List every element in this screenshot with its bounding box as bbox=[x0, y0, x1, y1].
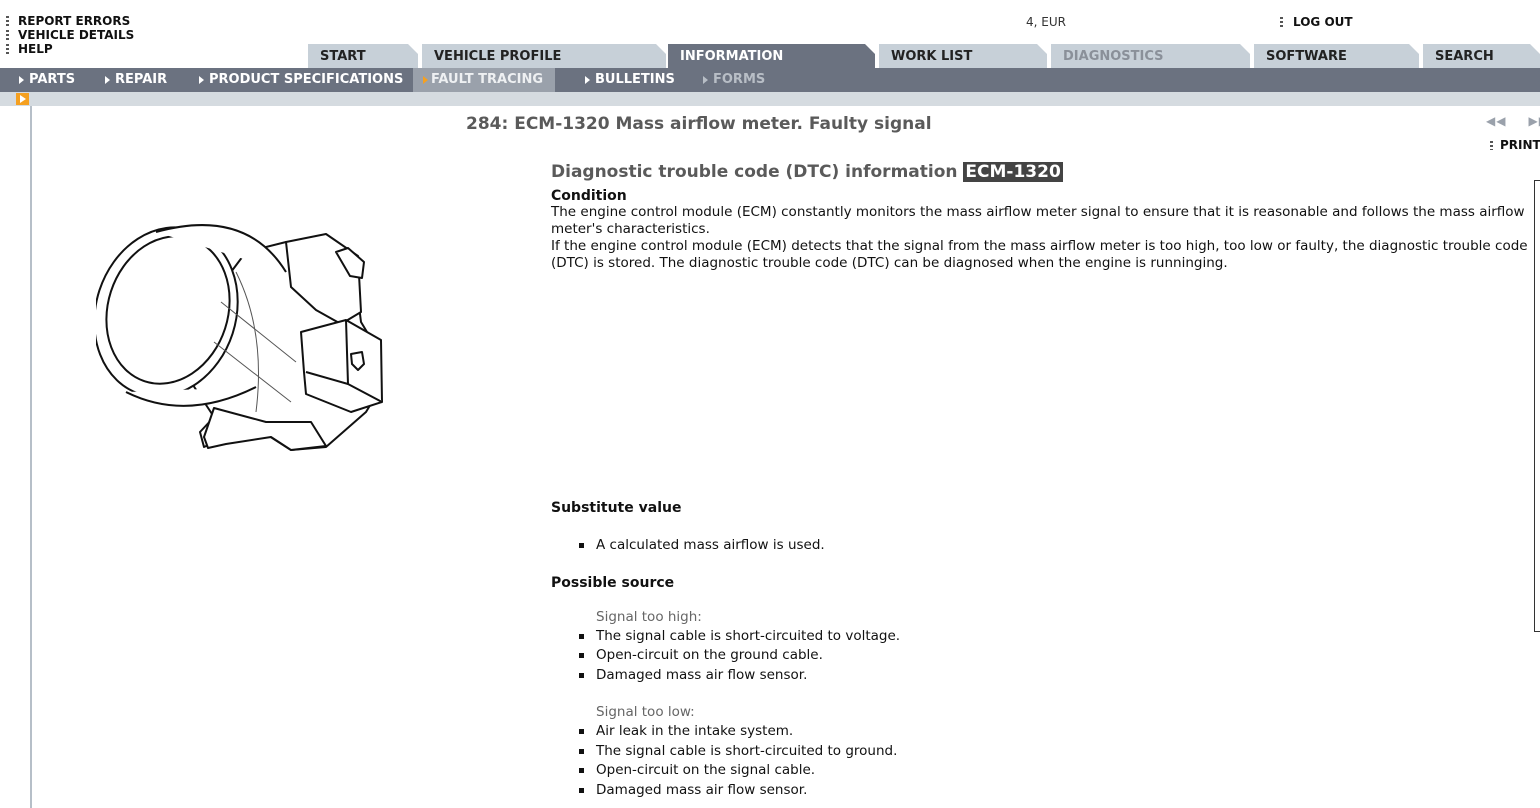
print-link[interactable]: PRINT bbox=[1490, 138, 1540, 152]
substitute-value-label: Substitute value bbox=[551, 500, 682, 516]
market-indicator: 4, EUR bbox=[1026, 15, 1066, 29]
tab-search[interactable]: SEARCH bbox=[1423, 44, 1540, 68]
list-item: Damaged mass air flow sensor. bbox=[551, 781, 1531, 801]
tab-software[interactable]: SOFTWARE bbox=[1254, 44, 1419, 68]
signal-too-low-label: Signal too low: bbox=[596, 704, 695, 720]
grip-icon bbox=[1280, 17, 1283, 27]
substitute-list: A calculated mass airflow is used. bbox=[551, 536, 1531, 556]
subnav-product-specifications[interactable]: PRODUCT SPECIFICATIONS bbox=[199, 68, 403, 92]
grip-icon bbox=[6, 16, 9, 26]
subnav-parts[interactable]: PARTS bbox=[19, 68, 75, 92]
condition-label: Condition bbox=[551, 188, 627, 204]
document-title: 284: ECM-1320 Mass airflow meter. Faulty… bbox=[466, 114, 932, 134]
tab-diagnostics[interactable]: DIAGNOSTICS bbox=[1051, 44, 1250, 68]
list-item: The signal cable is short-circuited to g… bbox=[551, 742, 1531, 762]
tab-work-list[interactable]: WORK LIST bbox=[879, 44, 1047, 68]
subnav-forms[interactable]: FORMS bbox=[703, 68, 765, 92]
panel-divider bbox=[30, 106, 32, 808]
tab-vehicle-profile[interactable]: VEHICLE PROFILE bbox=[422, 44, 666, 68]
sub-navigation: PARTS REPAIR PRODUCT SPECIFICATIONS FAUL… bbox=[0, 68, 1540, 92]
list-item: Air leak in the intake system. bbox=[551, 722, 1531, 742]
condition-paragraph-1: The engine control module (ECM) constant… bbox=[551, 204, 1525, 237]
subnav-bulletins[interactable]: BULLETINS bbox=[585, 68, 675, 92]
grip-icon bbox=[1490, 141, 1493, 150]
expand-panel-icon[interactable] bbox=[16, 93, 29, 105]
list-item: Open-circuit on the signal cable. bbox=[551, 761, 1531, 781]
subnav-fault-tracing[interactable]: FAULT TRACING bbox=[413, 68, 555, 92]
signal-too-high-label: Signal too high: bbox=[596, 608, 702, 625]
list-item: A calculated mass airflow is used. bbox=[551, 536, 1531, 556]
pager: ◀◀ ▶▶ bbox=[1486, 114, 1540, 128]
signal-too-low-list: Air leak in the intake system. The signa… bbox=[551, 722, 1531, 800]
main-tabs: START VEHICLE PROFILE INFORMATION WORK L… bbox=[0, 44, 1540, 68]
grip-icon bbox=[6, 30, 9, 40]
right-panel-edge bbox=[1534, 180, 1540, 632]
signal-too-high-list: The signal cable is short-circuited to v… bbox=[551, 627, 1531, 686]
list-item: Open-circuit on the ground cable. bbox=[551, 646, 1531, 666]
toolbar-strip bbox=[0, 92, 1540, 106]
possible-source-label: Possible source bbox=[551, 574, 675, 591]
next-page-icon[interactable]: ▶▶ bbox=[1528, 114, 1540, 128]
document-content: Diagnostic trouble code (DTC) informatio… bbox=[551, 160, 1531, 800]
previous-page-icon[interactable]: ◀◀ bbox=[1486, 114, 1506, 128]
logout-link[interactable]: LOG OUT bbox=[1280, 15, 1353, 29]
subnav-repair[interactable]: REPAIR bbox=[105, 68, 167, 92]
tab-start[interactable]: START bbox=[308, 44, 418, 68]
condition-paragraph-2: If the engine control module (ECM) detec… bbox=[551, 238, 1528, 271]
dtc-heading: Diagnostic trouble code (DTC) informatio… bbox=[551, 162, 1063, 182]
list-item: The signal cable is short-circuited to v… bbox=[551, 627, 1531, 647]
vehicle-details-link[interactable]: VEHICLE DETAILS bbox=[6, 28, 206, 42]
tab-information[interactable]: INFORMATION bbox=[668, 44, 875, 68]
list-item: Damaged mass air flow sensor. bbox=[551, 666, 1531, 686]
dtc-code-highlight: ECM-1320 bbox=[963, 162, 1063, 182]
mass-airflow-meter-illustration bbox=[96, 224, 383, 451]
report-errors-link[interactable]: REPORT ERRORS bbox=[6, 14, 206, 28]
